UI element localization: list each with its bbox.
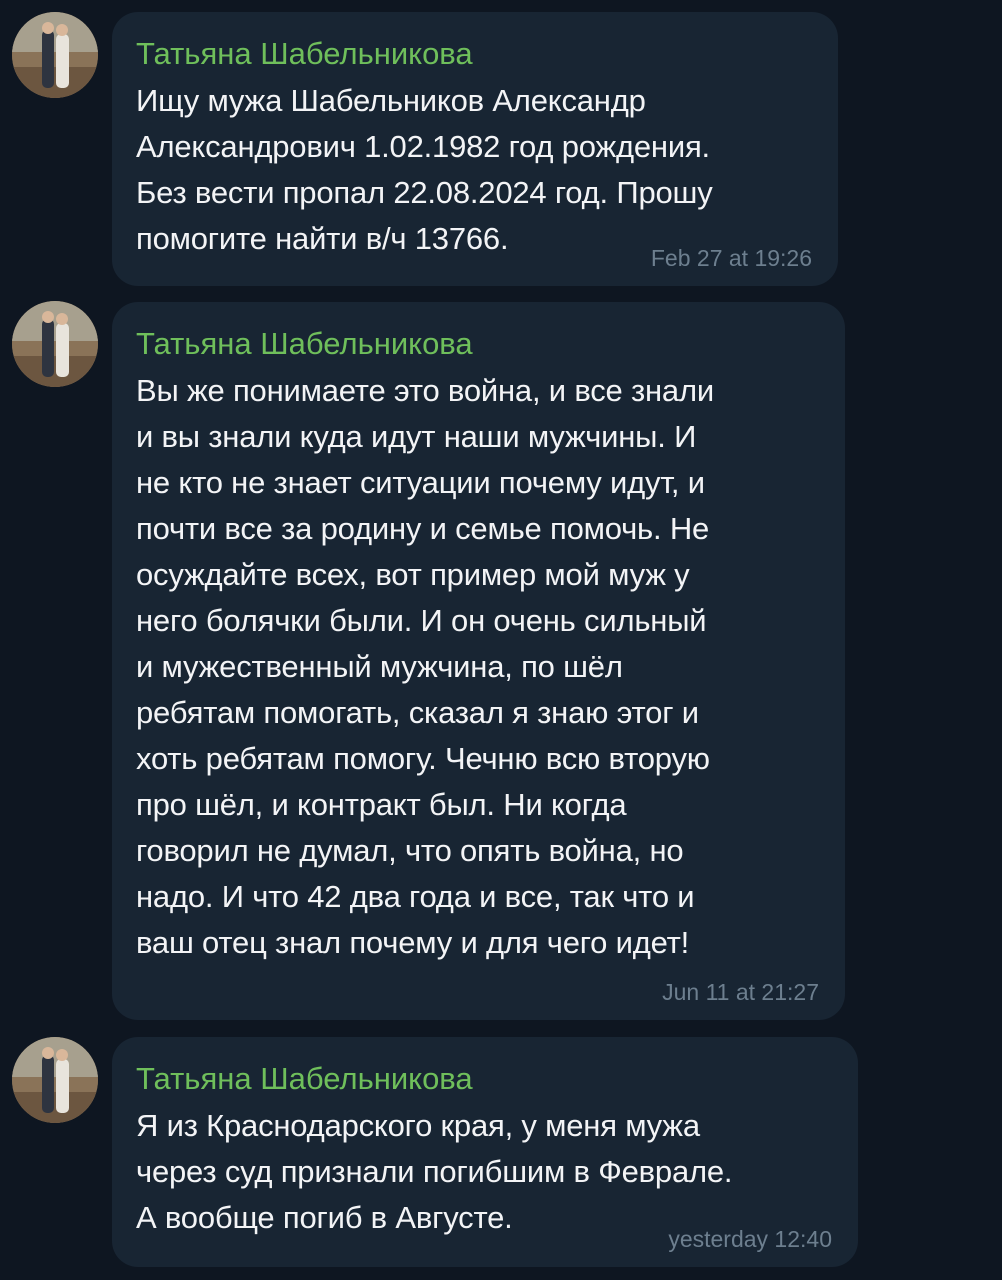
message-text: Ищу мужа Шабельников Александр Александр…	[136, 83, 713, 256]
sender-avatar[interactable]	[12, 301, 98, 387]
sender-avatar[interactable]	[12, 12, 98, 98]
avatar-photo	[12, 1037, 98, 1123]
sender-name[interactable]: Татьяна Шабельникова	[136, 34, 812, 74]
message-bubble[interactable]: Татьяна Шабельникова Ищу мужа Шабельнико…	[112, 12, 838, 286]
sender-avatar[interactable]	[12, 1037, 98, 1123]
avatar-photo	[12, 301, 98, 387]
message-timestamp: Jun 11 at 21:27	[662, 979, 819, 1005]
message-text: Вы же понимаете это война, и все знали и…	[136, 373, 714, 960]
sender-name[interactable]: Татьяна Шабельникова	[136, 1059, 832, 1099]
chat-history[interactable]: Татьяна Шабельникова Ищу мужа Шабельнико…	[0, 0, 1002, 1280]
avatar-photo	[12, 12, 98, 98]
sender-name[interactable]: Татьяна Шабельникова	[136, 324, 819, 364]
message-bubble[interactable]: Татьяна Шабельникова Я из Краснодарского…	[112, 1037, 858, 1267]
message-bubble[interactable]: Татьяна Шабельникова Вы же понимаете это…	[112, 302, 845, 1020]
message-timestamp: yesterday 12:40	[668, 1226, 832, 1252]
message-timestamp: Feb 27 at 19:26	[650, 245, 812, 271]
message-text: Я из Краснодарского края, у меня мужа че…	[136, 1108, 733, 1235]
